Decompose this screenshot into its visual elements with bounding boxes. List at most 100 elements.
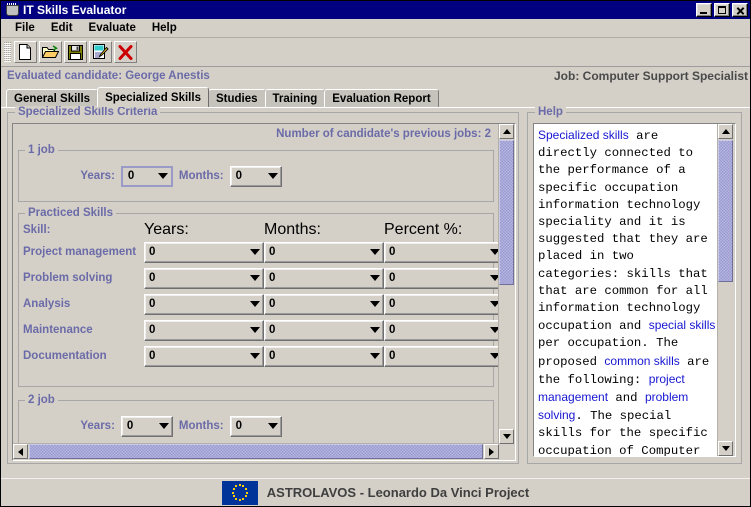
tab-bar: General Skills Specialized Skills Studie… [1,87,750,107]
job-1-years-value: 0 [127,170,135,182]
help-text-body: Specialized skills are directly connecte… [538,128,716,456]
table-row: Project management 0 0 0 [23,239,499,265]
skill-0-years-select[interactable]: 0 [144,241,264,263]
skill-label-documentation: Documentation [23,350,107,362]
help-scroll-up-button[interactable] [718,124,733,139]
scrollbar-corner [499,444,515,460]
scroll-down-button[interactable] [499,429,514,444]
job-1-years-select[interactable]: 0 [120,165,173,187]
save-button[interactable] [64,41,87,63]
job-2-months-select[interactable]: 0 [229,415,282,437]
skill-label-problem-solving: Problem solving [23,272,113,284]
criteria-vertical-scroll-thumb[interactable] [499,140,514,285]
chevron-down-icon [247,347,263,366]
previous-jobs-count-label: Number of candidate's previous jobs: 2 [276,128,491,140]
criteria-scroll-pane: Number of candidate's previous jobs: 2 1… [12,123,516,461]
job-1-title: 1 job [25,144,58,156]
scroll-left-button[interactable] [13,444,28,459]
scroll-right-button[interactable] [484,444,499,459]
job-2-years-select[interactable]: 0 [120,415,173,437]
skill-4-percent-select[interactable]: 0 [384,345,499,367]
delete-button[interactable] [114,41,137,63]
close-button[interactable] [732,3,748,17]
help-scroll-down-button[interactable] [718,441,733,456]
chevron-down-icon [155,168,171,185]
chevron-down-icon [367,321,383,340]
scroll-up-button[interactable] [499,124,514,139]
skill-1-percent-select[interactable]: 0 [384,267,499,289]
maximize-button[interactable] [714,3,730,17]
toolbar-grip[interactable] [4,42,11,62]
chevron-down-icon [367,295,383,314]
practiced-skills-title: Practiced Skills [25,207,117,219]
job-2-months-label: Months: [178,420,224,432]
new-file-button[interactable] [14,41,37,63]
eu-flag-icon [221,480,258,505]
chevron-down-icon [367,243,383,262]
column-header-percent: Percent %: [384,220,463,238]
column-header-skill: Skill: [23,223,51,236]
specialized-skills-criteria-group: Specialized Skills Criteria Number of ca… [7,106,519,464]
skill-4-months-select[interactable]: 0 [264,345,384,367]
new-document-icon [18,44,33,60]
help-vertical-scroll-thumb[interactable] [718,140,733,282]
open-folder-icon [42,44,59,60]
chevron-down-icon [156,417,172,436]
help-vertical-scrollbar[interactable] [717,124,735,456]
toolbar [1,38,750,67]
menu-evaluate[interactable]: Evaluate [81,21,144,35]
criteria-horizontal-scroll-thumb[interactable] [29,444,483,459]
menu-bar: File Edit Evaluate Help [1,19,750,38]
criteria-horizontal-scrollbar[interactable] [13,443,499,460]
tab-specialized-skills[interactable]: Specialized Skills [97,87,209,107]
menu-help[interactable]: Help [144,21,185,35]
tab-training[interactable]: Training [264,89,326,107]
edit-report-button[interactable] [89,41,112,63]
chevron-down-icon [367,269,383,288]
skill-3-years-select[interactable]: 0 [144,319,264,341]
floppy-disk-icon [68,44,83,60]
menu-edit[interactable]: Edit [43,21,81,35]
job-1-months-select[interactable]: 0 [229,165,282,187]
menu-file[interactable]: File [7,21,43,35]
chevron-down-icon [265,417,281,436]
chevron-down-icon [367,347,383,366]
open-file-button[interactable] [39,41,62,63]
skill-0-months-select[interactable]: 0 [264,241,384,263]
tab-evaluation-report[interactable]: Evaluation Report [324,89,439,107]
skill-2-months-select[interactable]: 0 [264,293,384,315]
red-x-icon [118,44,133,60]
criteria-viewport: Number of candidate's previous jobs: 2 1… [13,124,499,444]
criteria-vertical-scrollbar[interactable] [498,124,515,444]
chevron-down-icon [247,243,263,262]
project-label: ASTROLAVOS - Leonardo Da Vinci Project [266,485,530,500]
table-row: Problem solving 0 0 0 [23,265,499,291]
criteria-group-title: Specialized Skills Criteria [15,106,161,118]
practiced-skills-group: Practiced Skills Skill: Years: Months: P… [18,207,499,387]
minimize-button[interactable] [696,3,712,17]
help-group-title: Help [535,106,566,118]
chevron-down-icon [265,167,281,186]
skill-1-months-select[interactable]: 0 [264,267,384,289]
chevron-down-icon [247,269,263,288]
skill-label-project-management: Project management [23,246,137,258]
tab-general-skills[interactable]: General Skills [6,89,99,107]
table-row: Analysis 0 0 0 [23,291,499,317]
skill-1-years-select[interactable]: 0 [144,267,264,289]
job-2-years-value: 0 [126,420,134,432]
skill-0-percent-select[interactable]: 0 [384,241,499,263]
skill-3-months-select[interactable]: 0 [264,319,384,341]
job-1-years-label: Years: [80,170,115,182]
skill-4-years-select[interactable]: 0 [144,345,264,367]
skill-label-analysis: Analysis [23,298,71,310]
skill-2-years-select[interactable]: 0 [144,293,264,315]
application-window: IT Skills Evaluator File Edit Evaluate H… [0,0,751,507]
evaluated-candidate-label: Evaluated candidate: George Anestis [7,70,210,82]
skill-3-percent-select[interactable]: 0 [384,319,499,341]
job-1-group: 1 job Years: 0 Months: 0 [18,144,494,202]
job-title-label: Job: Computer Support Specialist [553,69,748,83]
skill-2-percent-select[interactable]: 0 [384,293,499,315]
column-header-months: Months: [264,220,321,238]
tab-studies[interactable]: Studies [207,89,266,107]
tab-content-specialized-skills: Specialized Skills Criteria Number of ca… [1,106,750,480]
